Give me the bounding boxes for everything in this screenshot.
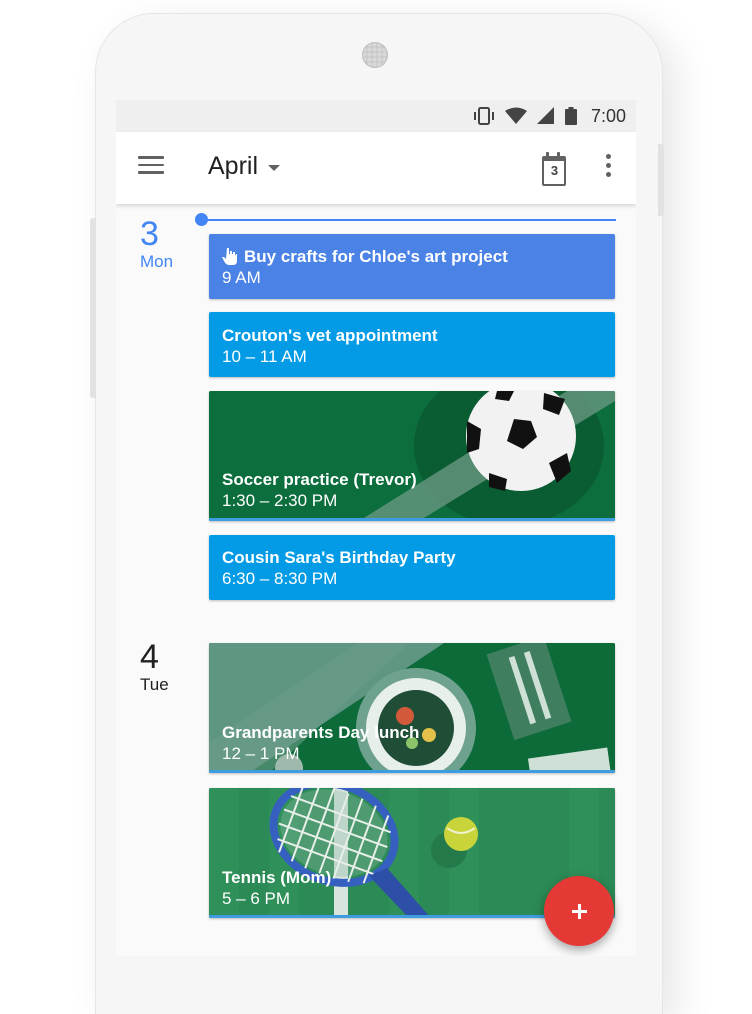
event-time: 10 – 11 AM xyxy=(222,347,307,366)
phone-power-button xyxy=(658,144,664,216)
current-time-dot xyxy=(195,213,208,226)
hamburger-menu-icon[interactable] xyxy=(138,156,164,178)
event-title: Buy crafts for Chloe's art project xyxy=(244,247,508,266)
wifi-icon xyxy=(504,107,527,125)
status-bar: 7:00 xyxy=(116,100,636,132)
dropdown-arrow-icon xyxy=(268,165,281,171)
battery-icon xyxy=(564,107,577,125)
month-label: April xyxy=(208,152,259,180)
day-number[interactable]: 4 xyxy=(140,639,159,675)
event-time: 6:30 – 8:30 PM xyxy=(222,569,338,588)
phone-speaker xyxy=(362,42,388,68)
day-weekday: Mon xyxy=(140,252,174,271)
event-time: 1:30 – 2:30 PM xyxy=(222,491,338,510)
phone-side-button xyxy=(90,218,96,398)
event-card[interactable]: Soccer practice (Trevor) 1:30 – 2:30 PM xyxy=(209,391,615,521)
event-time: 9 AM xyxy=(222,268,261,287)
phone-screen: 7:00 April 3 3 Mon Buy crafts for Chloe'… xyxy=(116,100,636,956)
event-title: Soccer practice (Trevor) xyxy=(222,470,417,489)
event-card[interactable]: Grandparents Day lunch 12 – 1 PM xyxy=(209,643,615,773)
event-time: 5 – 6 PM xyxy=(222,889,291,908)
add-event-button[interactable] xyxy=(544,876,614,946)
current-time-line xyxy=(202,219,616,221)
event-title: Crouton's vet appointment xyxy=(222,326,438,345)
day-number[interactable]: 3 xyxy=(140,216,159,252)
vibrate-icon xyxy=(473,107,495,125)
event-title: Tennis (Mom) xyxy=(222,868,332,887)
event-title: Cousin Sara's Birthday Party xyxy=(222,548,456,567)
status-time: 7:00 xyxy=(590,105,626,126)
more-vert-icon[interactable] xyxy=(604,154,612,182)
reminder-hand-icon xyxy=(222,247,238,270)
event-card[interactable]: Crouton's vet appointment 10 – 11 AM xyxy=(209,312,615,377)
event-card[interactable]: Cousin Sara's Birthday Party 6:30 – 8:30… xyxy=(209,535,615,600)
app-bar: April 3 xyxy=(116,132,636,204)
month-selector[interactable]: April xyxy=(208,152,281,181)
event-card[interactable]: Buy crafts for Chloe's art project 9 AM xyxy=(209,234,615,299)
event-title: Grandparents Day lunch xyxy=(222,723,420,742)
signal-icon xyxy=(536,107,555,125)
day-weekday: Tue xyxy=(140,675,169,694)
calendar-today-icon[interactable]: 3 xyxy=(540,152,568,186)
event-time: 12 – 1 PM xyxy=(222,744,300,763)
today-date: 3 xyxy=(550,163,559,178)
